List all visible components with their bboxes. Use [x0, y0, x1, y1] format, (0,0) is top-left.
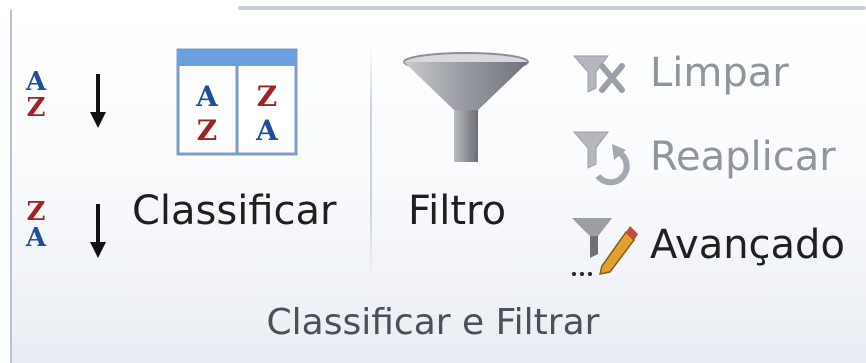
reaplicar-label: Reaplicar	[650, 134, 836, 180]
grid-letter-z-right: Z	[257, 80, 277, 113]
sort-z-to-a-button[interactable]: Z A	[18, 188, 114, 268]
classificar-button[interactable]: A Z Z A Classificar	[130, 40, 348, 250]
reapply-filter-icon	[572, 131, 630, 186]
filtro-button[interactable]: Filtro	[396, 40, 536, 250]
filtro-label: Filtro	[408, 188, 507, 234]
funnel-icon	[403, 52, 529, 162]
sort-az-bottom-letter: Z	[27, 93, 46, 123]
group-separator	[370, 40, 372, 280]
group-title: Classificar e Filtrar	[266, 302, 600, 343]
avancado-button[interactable]: Avançado	[568, 210, 858, 280]
limpar-button[interactable]: Limpar	[568, 44, 828, 106]
sort-descending-icon: Z A	[25, 197, 106, 258]
clear-filter-icon	[572, 55, 625, 93]
grid-letter-a-right: A	[255, 114, 279, 147]
advanced-filter-icon	[572, 218, 638, 276]
sort-a-to-z-button[interactable]: A Z	[18, 58, 114, 138]
ribbon-top-border	[238, 6, 866, 10]
sort-za-bottom-letter: A	[25, 223, 47, 253]
reaplicar-button[interactable]: Reaplicar	[568, 126, 848, 192]
grid-letter-a-left: A	[195, 80, 219, 113]
sort-dialog-icon: A Z Z A	[176, 48, 298, 156]
limpar-label: Limpar	[650, 50, 789, 96]
avancado-label: Avançado	[650, 222, 845, 268]
grid-letter-z-left: Z	[197, 114, 217, 147]
classificar-label: Classificar	[132, 188, 337, 234]
sort-ascending-icon: A Z	[25, 67, 106, 128]
